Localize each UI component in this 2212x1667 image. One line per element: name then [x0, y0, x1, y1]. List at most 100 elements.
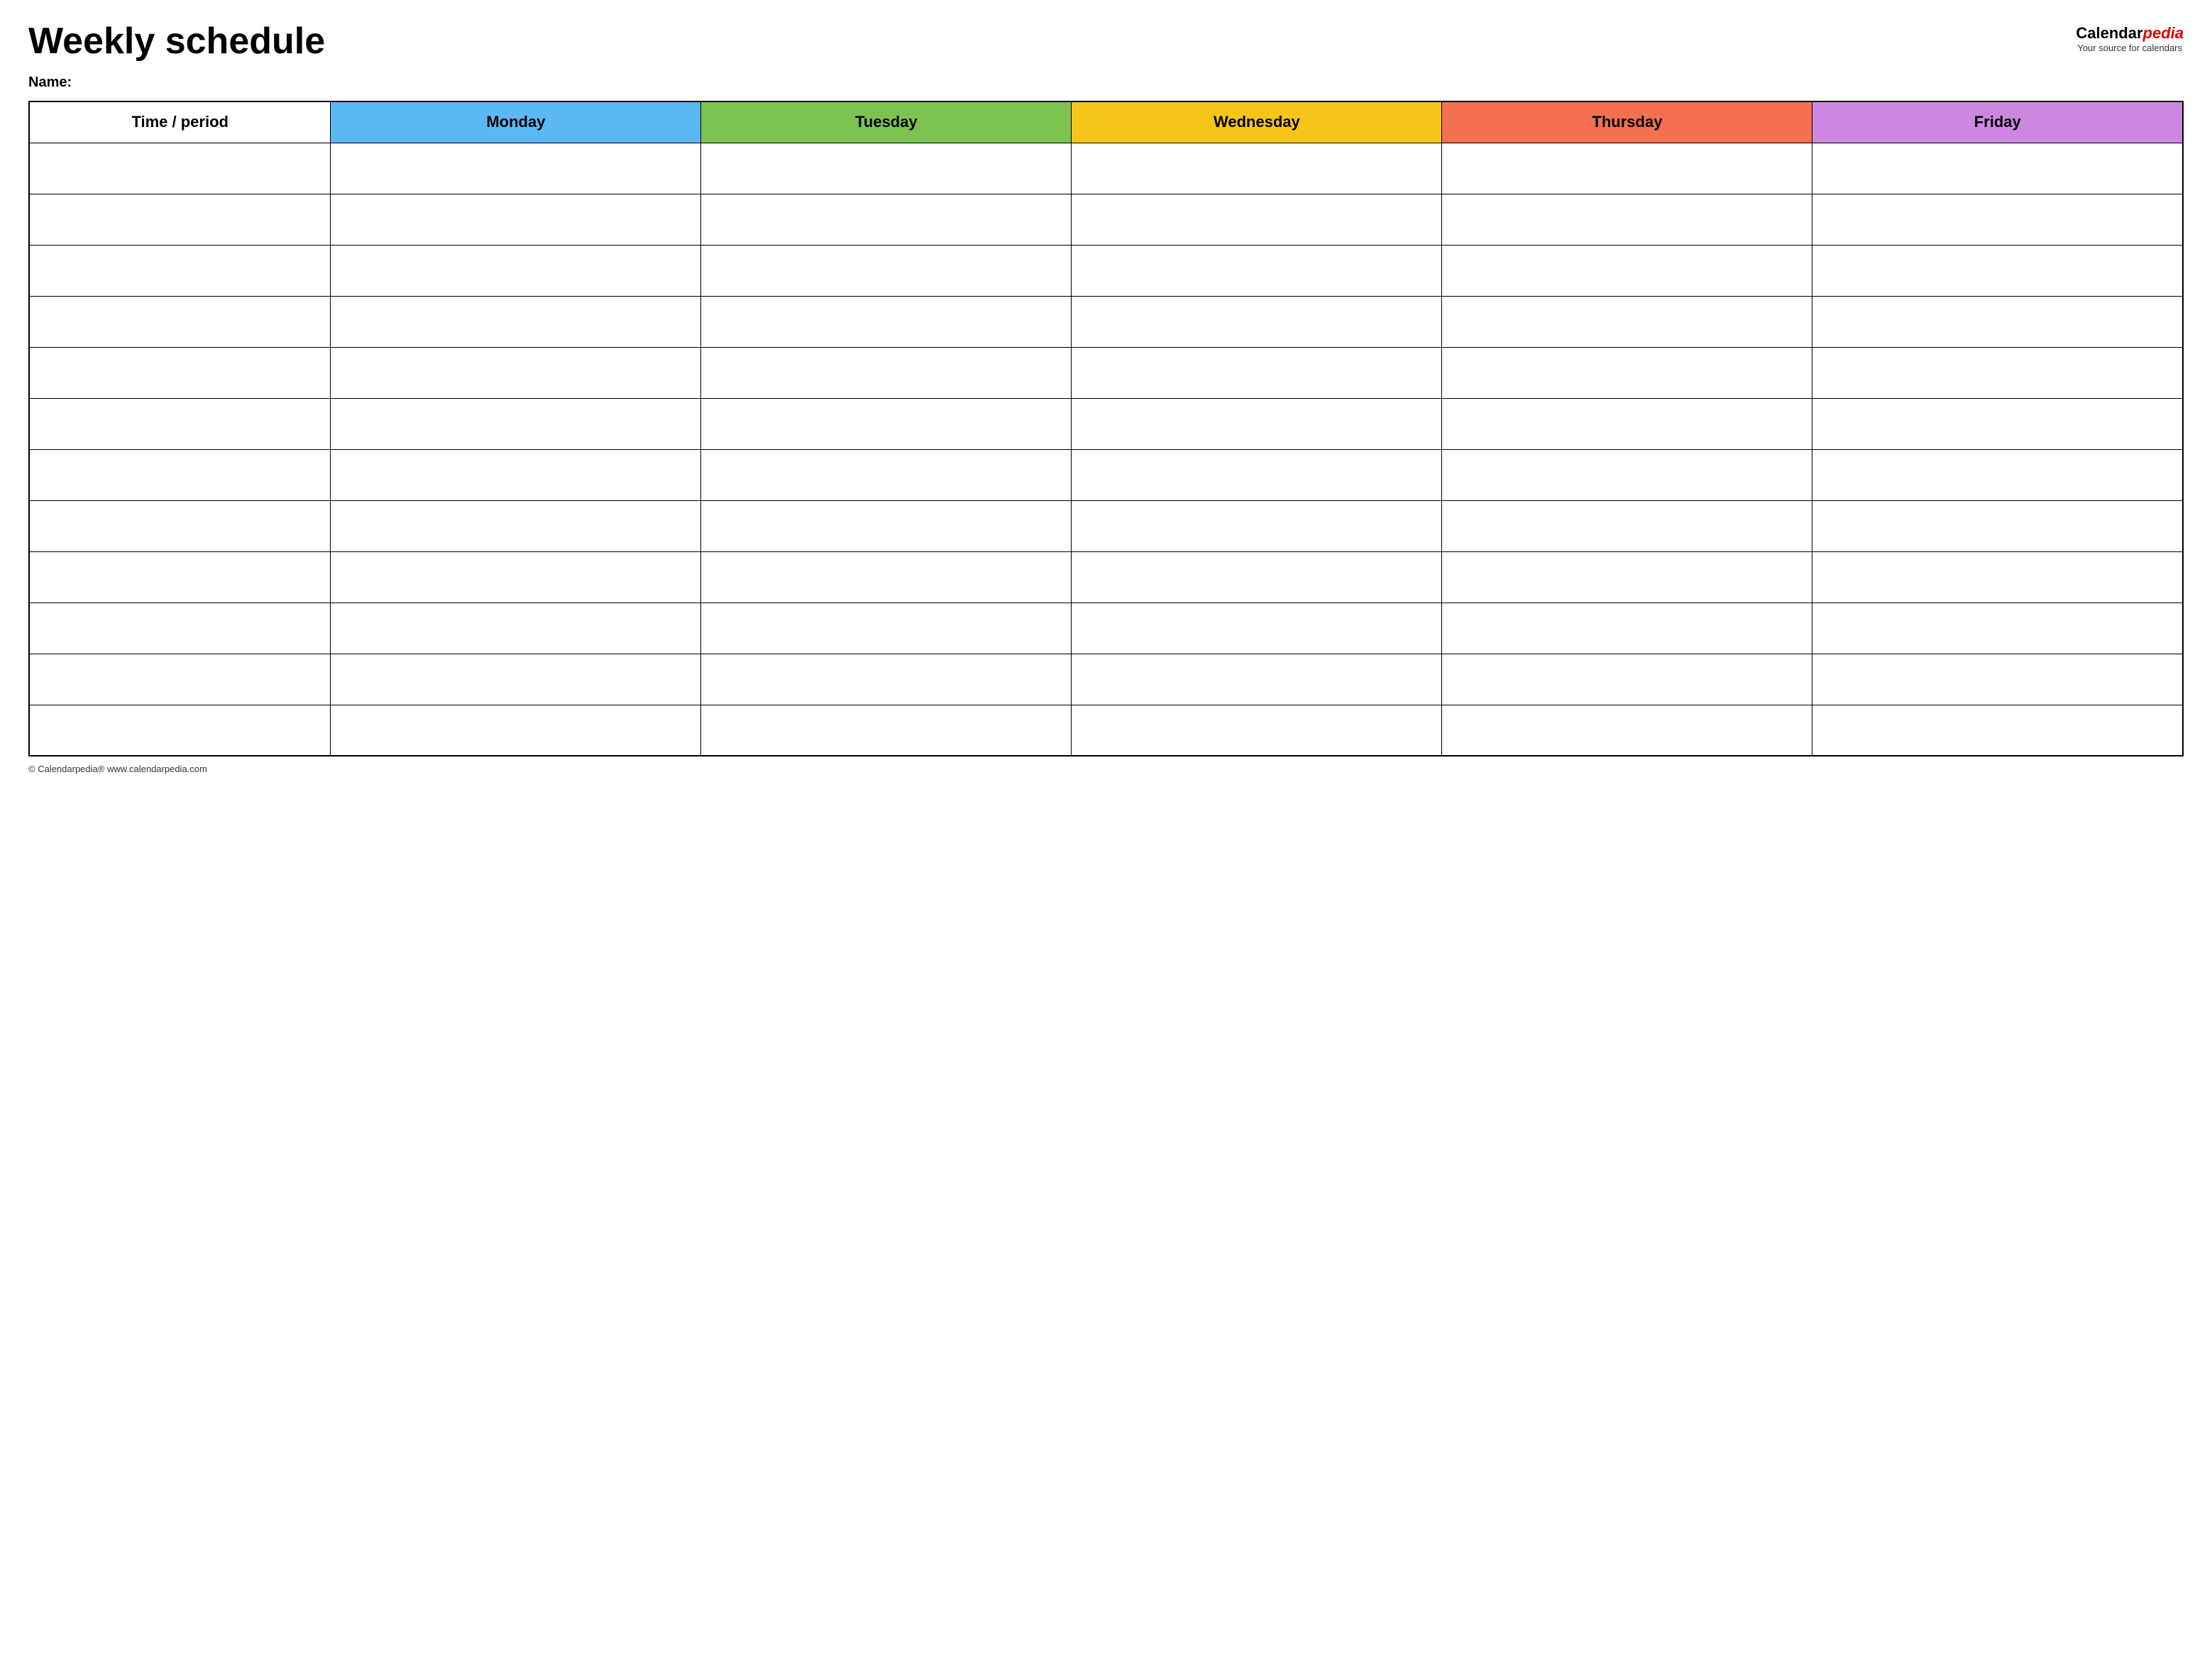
- logo-area: Calendarpedia Your source for calendars: [2076, 24, 2184, 53]
- col-header-friday: Friday: [1812, 101, 2183, 143]
- table-cell[interactable]: [1442, 398, 1812, 449]
- table-cell[interactable]: [701, 705, 1072, 756]
- table-cell[interactable]: [331, 705, 701, 756]
- table-cell[interactable]: [1442, 603, 1812, 654]
- table-cell[interactable]: [701, 194, 1072, 245]
- table-cell[interactable]: [331, 398, 701, 449]
- table-cell[interactable]: [1072, 500, 1442, 551]
- logo-pedia: pedia: [2143, 24, 2184, 42]
- table-row: [29, 603, 2183, 654]
- table-row: [29, 654, 2183, 705]
- table-cell[interactable]: [331, 296, 701, 347]
- table-cell[interactable]: [29, 705, 331, 756]
- table-cell[interactable]: [1812, 500, 2183, 551]
- table-cell[interactable]: [1812, 603, 2183, 654]
- table-cell[interactable]: [701, 296, 1072, 347]
- table-cell[interactable]: [1442, 500, 1812, 551]
- table-cell[interactable]: [29, 449, 331, 500]
- table-cell[interactable]: [701, 143, 1072, 194]
- table-cell[interactable]: [331, 603, 701, 654]
- table-cell[interactable]: [1442, 449, 1812, 500]
- col-header-thursday: Thursday: [1442, 101, 1812, 143]
- table-row: [29, 398, 2183, 449]
- table-cell[interactable]: [29, 500, 331, 551]
- table-cell[interactable]: [331, 500, 701, 551]
- table-cell[interactable]: [1072, 398, 1442, 449]
- table-cell[interactable]: [29, 296, 331, 347]
- table-cell[interactable]: [1442, 347, 1812, 398]
- table-row: [29, 347, 2183, 398]
- table-cell[interactable]: [29, 398, 331, 449]
- table-cell[interactable]: [1812, 398, 2183, 449]
- table-cell[interactable]: [701, 245, 1072, 296]
- table-cell[interactable]: [1812, 245, 2183, 296]
- table-cell[interactable]: [701, 398, 1072, 449]
- table-cell[interactable]: [701, 449, 1072, 500]
- table-cell[interactable]: [29, 654, 331, 705]
- table-row: [29, 500, 2183, 551]
- footer-text: © Calendarpedia® www.calendarpedia.com: [28, 764, 2184, 774]
- table-cell[interactable]: [1812, 654, 2183, 705]
- header-row: Time / period Monday Tuesday Wednesday T…: [29, 101, 2183, 143]
- table-cell[interactable]: [331, 245, 701, 296]
- table-cell[interactable]: [1072, 347, 1442, 398]
- table-cell[interactable]: [331, 449, 701, 500]
- table-cell[interactable]: [29, 245, 331, 296]
- table-cell[interactable]: [29, 347, 331, 398]
- table-cell[interactable]: [1442, 705, 1812, 756]
- table-row: [29, 551, 2183, 603]
- table-cell[interactable]: [701, 347, 1072, 398]
- table-cell[interactable]: [1812, 551, 2183, 603]
- table-cell[interactable]: [1072, 143, 1442, 194]
- schedule-table: Time / period Monday Tuesday Wednesday T…: [28, 101, 2184, 757]
- table-cell[interactable]: [1812, 194, 2183, 245]
- table-cell[interactable]: [331, 194, 701, 245]
- table-cell[interactable]: [29, 551, 331, 603]
- table-cell[interactable]: [1072, 603, 1442, 654]
- table-cell[interactable]: [1072, 194, 1442, 245]
- table-cell[interactable]: [1442, 296, 1812, 347]
- table-cell[interactable]: [1812, 449, 2183, 500]
- logo-tagline: Your source for calendars: [2076, 43, 2184, 53]
- table-cell[interactable]: [1072, 551, 1442, 603]
- table-row: [29, 143, 2183, 194]
- table-cell[interactable]: [1812, 347, 2183, 398]
- logo-text: Calendarpedia: [2076, 24, 2184, 43]
- col-header-wednesday: Wednesday: [1072, 101, 1442, 143]
- table-row: [29, 245, 2183, 296]
- table-cell[interactable]: [701, 654, 1072, 705]
- table-cell[interactable]: [331, 143, 701, 194]
- table-row: [29, 705, 2183, 756]
- table-cell[interactable]: [29, 603, 331, 654]
- table-cell[interactable]: [1442, 551, 1812, 603]
- logo-calendar: Calendar: [2076, 24, 2142, 42]
- table-row: [29, 296, 2183, 347]
- table-cell[interactable]: [29, 194, 331, 245]
- table-cell[interactable]: [1442, 143, 1812, 194]
- table-cell[interactable]: [1812, 296, 2183, 347]
- table-cell[interactable]: [1072, 705, 1442, 756]
- table-cell[interactable]: [1812, 143, 2183, 194]
- table-cell[interactable]: [29, 143, 331, 194]
- table-cell[interactable]: [1072, 654, 1442, 705]
- table-cell[interactable]: [331, 654, 701, 705]
- table-cell[interactable]: [1442, 654, 1812, 705]
- table-cell[interactable]: [1072, 449, 1442, 500]
- page-title: Weekly schedule: [28, 21, 325, 62]
- table-cell[interactable]: [1442, 194, 1812, 245]
- col-header-tuesday: Tuesday: [701, 101, 1072, 143]
- table-cell[interactable]: [701, 551, 1072, 603]
- table-row: [29, 449, 2183, 500]
- table-cell[interactable]: [331, 347, 701, 398]
- name-row: Name:: [28, 75, 2184, 91]
- col-header-monday: Monday: [331, 101, 701, 143]
- table-cell[interactable]: [1072, 296, 1442, 347]
- table-cell[interactable]: [331, 551, 701, 603]
- table-cell[interactable]: [1442, 245, 1812, 296]
- header-area: Weekly schedule Calendarpedia Your sourc…: [28, 21, 2184, 62]
- table-cell[interactable]: [701, 603, 1072, 654]
- table-row: [29, 194, 2183, 245]
- table-cell[interactable]: [1812, 705, 2183, 756]
- table-cell[interactable]: [1072, 245, 1442, 296]
- table-cell[interactable]: [701, 500, 1072, 551]
